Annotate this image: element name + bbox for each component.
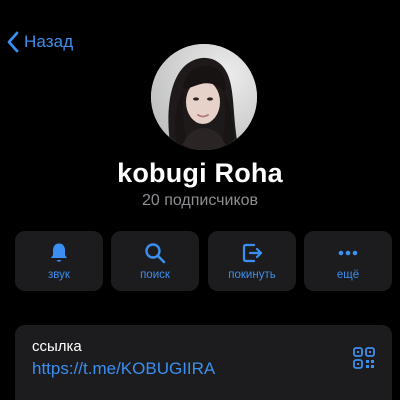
leave-label: покинуть	[228, 269, 276, 281]
channel-link[interactable]: https://t.me/KOBUGIIRA	[32, 359, 215, 379]
qr-code-icon[interactable]	[352, 346, 376, 370]
chevron-left-icon	[6, 31, 20, 53]
search-label: поиск	[140, 269, 170, 281]
profile-screen: Назад kobugi Roha 20 подписчиков звук по…	[0, 0, 400, 400]
more-label: ещё	[336, 269, 360, 281]
back-button[interactable]: Назад	[6, 30, 73, 54]
search-icon	[111, 241, 199, 265]
mute-label: звук	[48, 269, 70, 281]
back-label: Назад	[24, 32, 74, 51]
mute-button[interactable]: звук	[15, 231, 103, 291]
more-button[interactable]: ещё	[304, 231, 392, 291]
profile-name: kobugi Roha	[117, 158, 283, 188]
leave-icon	[208, 241, 296, 265]
action-bar: звук поиск покинуть ещё	[15, 231, 392, 291]
more-icon	[304, 241, 392, 265]
link-caption: ссылка	[32, 338, 82, 355]
avatar[interactable]	[151, 44, 257, 150]
leave-button[interactable]: покинуть	[208, 231, 296, 291]
info-card: ссылка https://t.me/KOBUGIIRA	[15, 325, 392, 400]
subscriber-count: 20 подписчиков	[141, 192, 259, 209]
search-button[interactable]: поиск	[111, 231, 199, 291]
bell-icon	[15, 241, 103, 265]
